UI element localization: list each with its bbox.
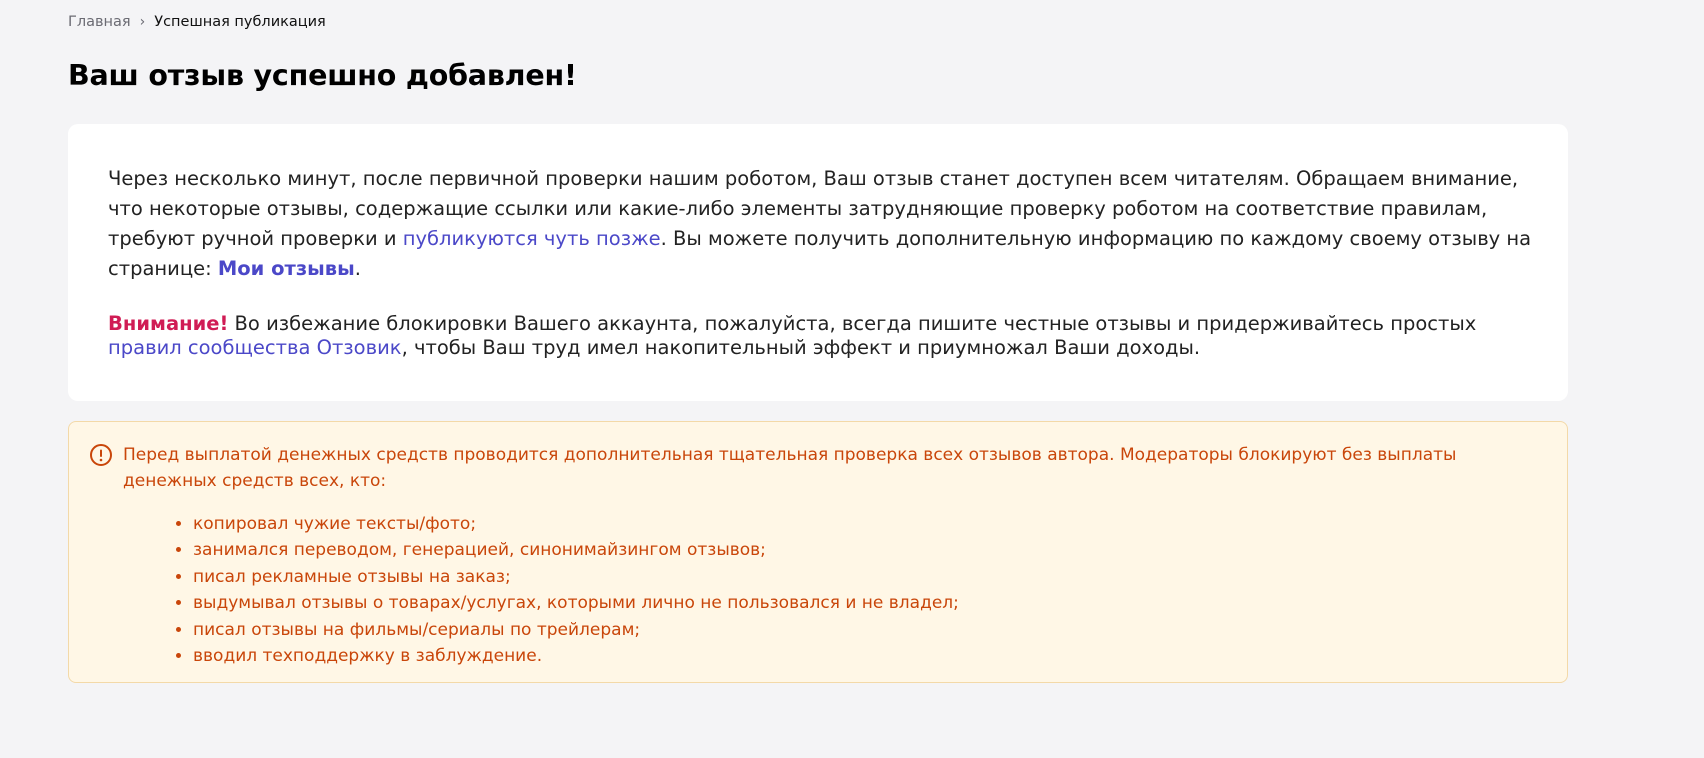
alert-list: копировал чужие тексты/фото; занимался п… (173, 511, 959, 669)
breadcrumb-current: Успешная публикация (154, 14, 326, 30)
alert-list-item: занимался переводом, генерацией, синоним… (193, 537, 959, 563)
success-message: Через несколько минут, после первичной п… (108, 164, 1533, 284)
attention-text-part1: Во избежание блокировки Вашего аккаунта,… (228, 312, 1477, 335)
my-reviews-link[interactable]: Мои отзывы (218, 257, 355, 280)
alert-list-item: копировал чужие тексты/фото; (193, 511, 959, 537)
community-rules-link[interactable]: правил сообщества Отзовик (108, 336, 402, 359)
alert-text: Перед выплатой денежных средств проводит… (123, 445, 1457, 491)
success-card: Через несколько минут, после первичной п… (68, 124, 1568, 401)
breadcrumb-home-link[interactable]: Главная (68, 12, 131, 32)
alert-list-item: вводил техподдержку в заблуждение. (193, 643, 959, 669)
page: Главная › Успешная публикация Ваш отзыв … (0, 0, 1704, 758)
alert-list-item: писал рекламные отзывы на заказ; (193, 564, 959, 590)
attention-message: Внимание! Во избежание блокировки Вашего… (108, 312, 1533, 360)
payout-warning-alert: Перед выплатой денежных средств проводит… (68, 421, 1568, 683)
attention-text-part2: , чтобы Ваш труд имел накопительный эффе… (401, 336, 1201, 359)
page-title: Ваш отзыв успешно добавлен! (68, 59, 577, 92)
alert-list-item: писал отзывы на фильмы/сериалы по трейле… (193, 617, 959, 643)
breadcrumb: Главная › Успешная публикация (68, 12, 326, 32)
success-text-end: . (354, 257, 361, 280)
published-later-link[interactable]: публикуются чуть позже (403, 227, 661, 250)
attention-label: Внимание! (108, 312, 229, 335)
alert-list-item: выдумывал отзывы о товарах/услугах, кото… (193, 590, 959, 616)
breadcrumb-separator: › (139, 14, 146, 30)
exclamation-circle-icon (89, 443, 113, 467)
